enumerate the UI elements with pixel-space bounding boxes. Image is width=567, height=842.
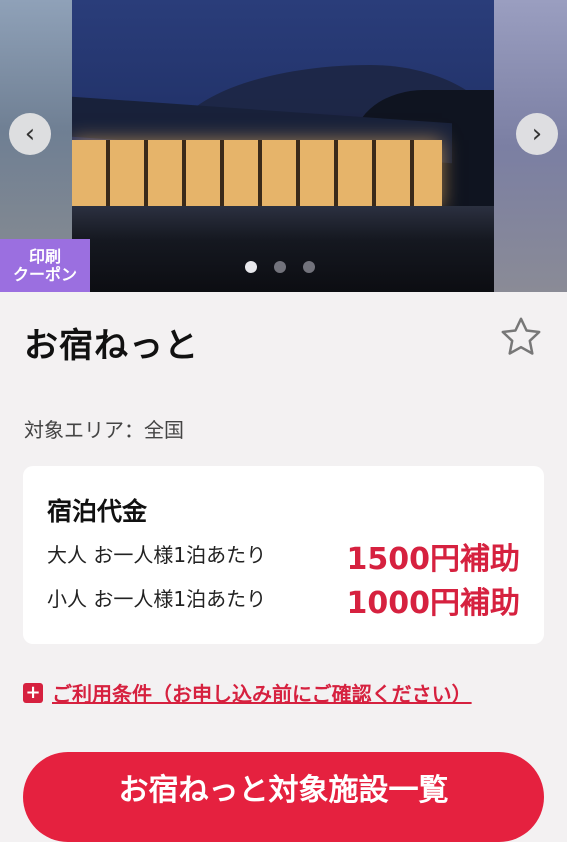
adult-rate-label: 大人 お一人様1泊あたり: [47, 543, 267, 567]
image-carousel[interactable]: ‹ › 印刷 クーポン: [0, 0, 567, 292]
chevron-right-icon: ›: [531, 119, 543, 149]
carousel-dot[interactable]: [274, 261, 286, 273]
carousel-dots: [245, 261, 315, 273]
badge-line-1: 印刷: [28, 246, 61, 266]
carousel-prev-button[interactable]: ‹: [9, 113, 51, 155]
badge-line-2: クーポン: [12, 264, 77, 284]
child-rate-value: 1000円補助: [346, 586, 521, 621]
terms-link-text[interactable]: ご利用条件（お申し込み前にご確認ください）: [52, 678, 472, 707]
print-coupon-badge: 印刷 クーポン: [0, 239, 90, 292]
hotel-photo: [72, 0, 494, 292]
plus-icon: +: [23, 682, 43, 703]
carousel-dot[interactable]: [303, 261, 315, 273]
star-outline-icon[interactable]: [498, 314, 544, 360]
target-area: 対象エリア：全国: [24, 418, 184, 442]
carousel-next-button[interactable]: ›: [516, 113, 558, 155]
photo-windows: [72, 140, 442, 208]
carousel-dot[interactable]: [245, 261, 257, 273]
card-title: 宿泊代金: [47, 497, 148, 526]
photo-deck: [72, 206, 494, 292]
facility-list-button[interactable]: お宿ねっと対象施設一覧: [23, 752, 544, 842]
chevron-left-icon: ‹: [24, 119, 36, 149]
terms-link[interactable]: + ご利用条件（お申し込み前にご確認ください）: [23, 678, 472, 707]
child-rate-label: 小人 お一人様1泊あたり: [47, 587, 267, 611]
adult-rate-value: 1500円補助: [346, 542, 521, 577]
price-card: 宿泊代金 大人 お一人様1泊あたり 1500円補助 小人 お一人様1泊あたり 1…: [23, 466, 544, 644]
page-title: お宿ねっと: [24, 326, 199, 366]
